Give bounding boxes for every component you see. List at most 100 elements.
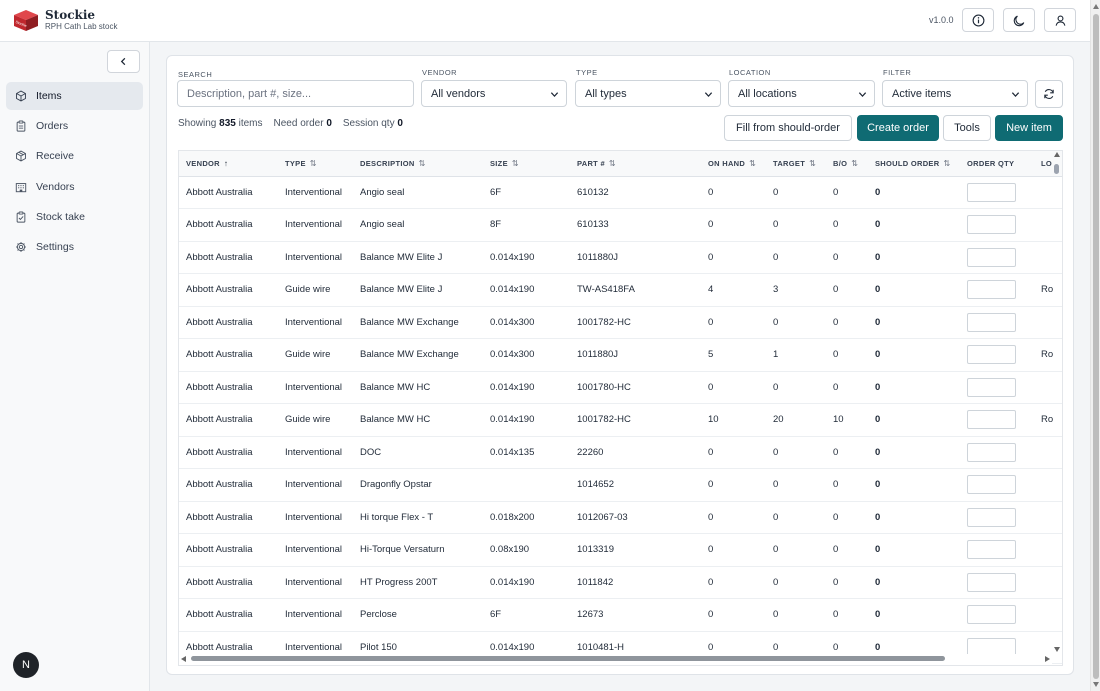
column-header-label: PART # xyxy=(577,158,605,168)
order-qty-input[interactable] xyxy=(967,182,1016,202)
table-vertical-scrollbar[interactable] xyxy=(1052,150,1062,654)
refresh-button[interactable] xyxy=(1035,80,1063,108)
description-cell: Balance MW Exchange xyxy=(353,338,483,372)
part-number-cell: 610133 xyxy=(570,208,701,242)
table-row[interactable]: Abbott Australia Interventional Hi torque … xyxy=(179,501,1062,534)
order-qty-input[interactable] xyxy=(967,572,1016,592)
table-row[interactable]: Abbott Australia Interventional HT Progres… xyxy=(179,566,1062,599)
order-qty-input[interactable] xyxy=(967,312,1016,332)
order-qty-input[interactable] xyxy=(967,442,1016,462)
sidebar-item-vendors[interactable]: Vendors xyxy=(6,173,143,201)
chevron-down-icon xyxy=(550,92,559,98)
table-row[interactable]: Abbott Australia Interventional Balance MW… xyxy=(179,306,1062,339)
column-header-should-order[interactable]: SHOULD ORDER ⇅ xyxy=(868,151,960,177)
type-select[interactable]: All types xyxy=(575,80,721,107)
theme-toggle-button[interactable] xyxy=(1003,8,1035,32)
table-row[interactable]: Abbott Australia Interventional Perclose 6F… xyxy=(179,598,1062,632)
target-cell: 0 xyxy=(766,306,826,339)
table-row[interactable]: Abbott Australia Interventional Angio seal… xyxy=(179,208,1062,242)
sort-icon[interactable]: ⇅ xyxy=(943,159,950,168)
sort-icon[interactable]: ⇅ xyxy=(851,159,858,168)
search-input[interactable]: Description, part #, size... xyxy=(177,80,414,107)
column-header-size[interactable]: SIZE ⇅ xyxy=(483,151,570,177)
table-row[interactable]: Abbott Australia Interventional Dragonfly … xyxy=(179,468,1062,502)
scroll-up-arrow-icon[interactable] xyxy=(1054,152,1060,157)
scroll-thumb[interactable] xyxy=(191,656,945,661)
new-item-button[interactable]: New item xyxy=(995,115,1063,141)
page-vertical-scrollbar[interactable] xyxy=(1090,0,1100,691)
table-row[interactable]: Abbott Australia Interventional Hi-Torque … xyxy=(179,533,1062,567)
sort-icon[interactable]: ⇅ xyxy=(310,159,317,168)
bo-cell: 0 xyxy=(826,338,868,372)
bo-cell: 0 xyxy=(826,241,868,274)
order-qty-input[interactable] xyxy=(967,475,1016,495)
bo-cell: 0 xyxy=(826,176,868,209)
need-order-stat: Need order 0 xyxy=(273,118,332,129)
app-version: v1.0.0 xyxy=(929,15,954,25)
order-qty-input[interactable] xyxy=(967,345,1016,365)
column-header-on-hand[interactable]: ON HAND ⇅ xyxy=(701,151,766,177)
column-header-target[interactable]: TARGET ⇅ xyxy=(766,151,826,177)
column-header-type[interactable]: TYPE ⇅ xyxy=(278,151,353,177)
gear-icon xyxy=(16,242,26,252)
table-horizontal-scrollbar[interactable] xyxy=(179,654,1052,664)
table-row[interactable]: Abbott Australia Interventional DOC 0.014x1… xyxy=(179,436,1062,469)
sort-icon[interactable]: ⇅ xyxy=(749,159,756,168)
order-qty-input[interactable] xyxy=(967,540,1016,560)
order-qty-input[interactable] xyxy=(967,605,1016,625)
table-row[interactable]: Abbott Australia Guide wire Balance MW Exc… xyxy=(179,338,1062,372)
column-header-vendor[interactable]: VENDOR ↑ xyxy=(179,151,278,177)
info-button[interactable] xyxy=(962,8,994,32)
size-cell: 0.014x190 xyxy=(483,403,570,437)
collapse-sidebar-button[interactable] xyxy=(107,50,140,73)
order-qty-input[interactable] xyxy=(967,215,1016,235)
location-select[interactable]: All locations xyxy=(728,80,875,107)
column-header-label: SHOULD ORDER xyxy=(875,158,940,168)
table-row[interactable]: Abbott Australia Interventional Balance MW… xyxy=(179,371,1062,404)
column-header-b-o[interactable]: B/O ⇅ xyxy=(826,151,868,177)
session-qty-value: 0 xyxy=(397,118,403,129)
user-button[interactable] xyxy=(1044,8,1076,32)
sidebar-item-settings[interactable]: Settings xyxy=(6,233,143,261)
sidebar-item-stock-take[interactable]: Stock take xyxy=(6,203,143,231)
table-row[interactable]: Abbott Australia Interventional Balance MW… xyxy=(179,241,1062,274)
table-row[interactable]: Abbott Australia Guide wire Balance MW Eli… xyxy=(179,273,1062,307)
order-qty-input[interactable] xyxy=(967,280,1016,300)
sort-ascending-icon[interactable]: ↑ xyxy=(224,159,228,168)
table-row[interactable]: Abbott Australia Guide wire Balance MW HC 0… xyxy=(179,403,1062,437)
sidebar-item-label: Vendors xyxy=(36,181,75,193)
scroll-down-arrow-icon[interactable] xyxy=(1054,647,1060,652)
create-order-button[interactable]: Create order xyxy=(857,115,939,141)
filter-select[interactable]: Active items xyxy=(882,80,1028,107)
scroll-thumb[interactable] xyxy=(1093,14,1099,679)
scroll-up-arrow-icon[interactable] xyxy=(1093,4,1099,9)
column-header-description[interactable]: DESCRIPTION ⇅ xyxy=(353,151,483,177)
order-qty-input[interactable] xyxy=(967,507,1016,527)
type-cell: Interventional xyxy=(278,306,353,339)
order-qty-cell xyxy=(960,436,1034,469)
sort-icon[interactable]: ⇅ xyxy=(419,159,426,168)
sidebar-item-orders[interactable]: Orders xyxy=(6,112,143,140)
order-qty-input[interactable] xyxy=(967,377,1016,397)
description-cell: Perclose xyxy=(353,598,483,632)
showing-stat: Showing 835 items xyxy=(178,118,263,129)
sidebar-item-receive[interactable]: Receive xyxy=(6,142,143,170)
tools-button[interactable]: Tools xyxy=(943,115,991,141)
table-row[interactable]: Abbott Australia Interventional Angio seal… xyxy=(179,176,1062,209)
sort-icon[interactable]: ⇅ xyxy=(609,159,616,168)
column-header-order-qty[interactable]: ORDER QTY xyxy=(960,151,1034,177)
sidebar-item-items[interactable]: Items xyxy=(6,82,143,110)
scroll-thumb[interactable] xyxy=(1054,164,1059,174)
sort-icon[interactable]: ⇅ xyxy=(512,159,519,168)
sort-icon[interactable]: ⇅ xyxy=(809,159,816,168)
order-qty-input[interactable] xyxy=(967,247,1016,267)
should-order-cell: 0 xyxy=(868,403,960,437)
user-avatar[interactable]: N xyxy=(13,652,39,678)
scroll-down-arrow-icon[interactable] xyxy=(1093,682,1099,687)
column-header-part[interactable]: PART # ⇅ xyxy=(570,151,701,177)
fill-from-should-order-button[interactable]: Fill from should-order xyxy=(724,115,852,141)
scroll-left-arrow-icon[interactable] xyxy=(181,656,186,662)
scroll-right-arrow-icon[interactable] xyxy=(1045,656,1050,662)
order-qty-input[interactable] xyxy=(967,410,1016,430)
vendor-select[interactable]: All vendors xyxy=(421,80,567,107)
